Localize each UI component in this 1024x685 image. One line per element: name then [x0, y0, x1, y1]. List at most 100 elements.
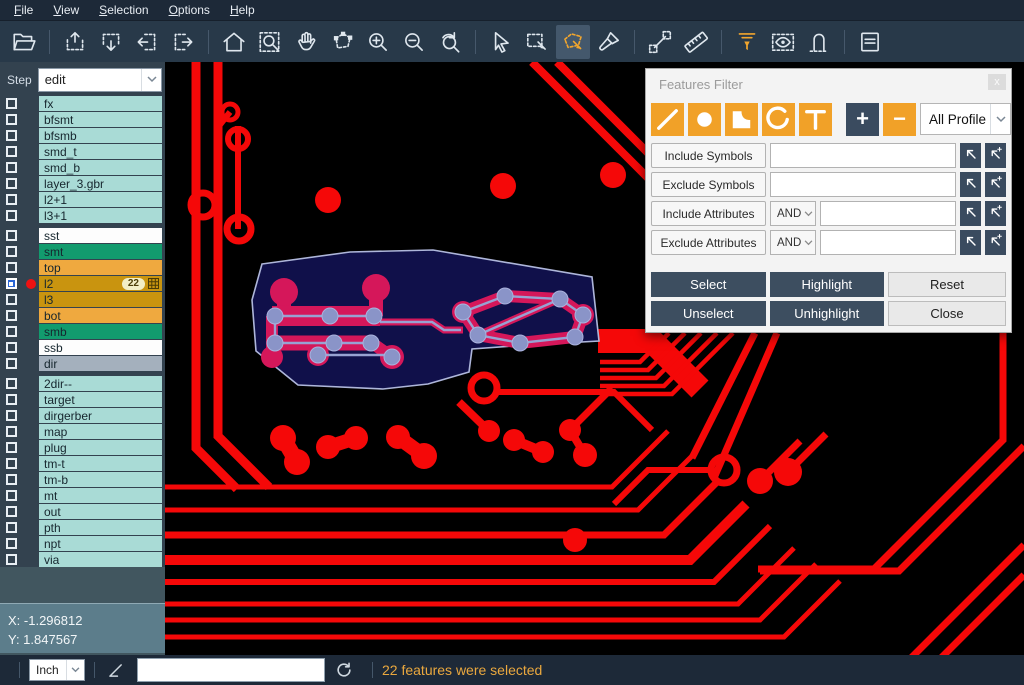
layer-visibility-checkbox[interactable] [0, 228, 22, 243]
layer-name[interactable]: bfsmb [39, 128, 162, 143]
zoom-area-tool-button[interactable] [253, 25, 287, 59]
layer-row-via[interactable]: via [0, 552, 165, 567]
layers-panel-tool-button[interactable] [853, 25, 887, 59]
layer-row-ssb[interactable]: ssb [0, 340, 165, 355]
menu-options[interactable]: Options [159, 1, 220, 19]
layer-name[interactable]: smd_t [39, 144, 162, 159]
layer-visibility-checkbox[interactable] [0, 340, 22, 355]
layer-name[interactable]: target [39, 392, 162, 407]
layer-name[interactable]: fx [39, 96, 162, 111]
features-filter-tool-button[interactable] [730, 25, 764, 59]
layer-row-dir[interactable]: dir [0, 356, 165, 371]
layer-name[interactable]: via [39, 552, 162, 567]
layer-name[interactable]: pth [39, 520, 162, 535]
layer-visibility-checkbox[interactable] [0, 356, 22, 371]
layer-row-smb[interactable]: smb [0, 324, 165, 339]
layer-row-top[interactable]: top [0, 260, 165, 275]
layer-visibility-checkbox[interactable] [0, 176, 22, 191]
layer-row-smd_b[interactable]: smd_b [0, 160, 165, 175]
select-polygon-tool-button[interactable] [556, 25, 590, 59]
exclude-attributes-pick-add-button[interactable] [985, 230, 1006, 255]
zoom-in-tool-button[interactable] [361, 25, 395, 59]
layer-row-plug[interactable]: plug [0, 440, 165, 455]
exclude-attributes-button[interactable]: Exclude Attributes [651, 230, 766, 255]
layer-row-target[interactable]: target [0, 392, 165, 407]
include-attributes-pick-add-button[interactable] [985, 201, 1006, 226]
open-file-tool-button[interactable] [7, 25, 41, 59]
layer-visibility-checkbox[interactable] [0, 260, 22, 275]
menu-help[interactable]: Help [220, 1, 265, 19]
send-down-tool-button[interactable] [94, 25, 128, 59]
dialog-close-button[interactable]: x [988, 74, 1006, 90]
layer-name[interactable]: smd_b [39, 160, 162, 175]
layer-row-bfsmb[interactable]: bfsmb [0, 128, 165, 143]
layer-name[interactable]: sst [39, 228, 162, 243]
highlight-brush-tool-button[interactable] [592, 25, 626, 59]
layer-row-sst[interactable]: sst [0, 228, 165, 243]
layer-row-layer_3.gbr[interactable]: layer_3.gbr [0, 176, 165, 191]
feature-type-text-button[interactable] [799, 103, 832, 136]
layer-visibility-checkbox[interactable] [0, 192, 22, 207]
units-select[interactable]: Inch [29, 659, 85, 681]
layer-row-l2[interactable]: l222 [0, 276, 165, 291]
add-filter-button[interactable]: + [846, 103, 879, 136]
layer-name[interactable]: dir [39, 356, 162, 371]
layer-row-l3+1[interactable]: l3+1 [0, 208, 165, 223]
reset-button[interactable]: Reset [888, 272, 1006, 297]
layer-row-smt[interactable]: smt [0, 244, 165, 259]
unselect-button[interactable]: Unselect [651, 301, 766, 326]
layer-visibility-checkbox[interactable] [0, 488, 22, 503]
select-pointer-tool-button[interactable] [484, 25, 518, 59]
send-right-tool-button[interactable] [166, 25, 200, 59]
layer-name[interactable]: smb [39, 324, 162, 339]
feature-type-pad-button[interactable] [688, 103, 721, 136]
layer-visibility-checkbox[interactable] [0, 112, 22, 127]
include-attributes-button[interactable]: Include Attributes [651, 201, 766, 226]
layer-visibility-checkbox[interactable] [0, 440, 22, 455]
feature-type-line-button[interactable] [651, 103, 684, 136]
layer-row-fx[interactable]: fx [0, 96, 165, 111]
layer-name[interactable]: bot [39, 308, 162, 323]
layer-visibility-checkbox[interactable] [0, 456, 22, 471]
layer-name[interactable]: plug [39, 440, 162, 455]
layer-name[interactable]: out [39, 504, 162, 519]
layer-visibility-checkbox[interactable] [0, 520, 22, 535]
layer-visibility-checkbox[interactable] [0, 504, 22, 519]
home-view-tool-button[interactable] [217, 25, 251, 59]
layer-row-l3[interactable]: l3 [0, 292, 165, 307]
zoom-previous-tool-button[interactable] [433, 25, 467, 59]
layer-name[interactable]: l222 [39, 276, 162, 291]
layer-visibility-checkbox[interactable] [0, 376, 22, 391]
feature-type-surface-button[interactable] [725, 103, 758, 136]
exclude-symbols-pick-button[interactable] [960, 172, 981, 197]
layer-name[interactable]: top [39, 260, 162, 275]
layer-row-tm-b[interactable]: tm-b [0, 472, 165, 487]
zoom-polygon-tool-button[interactable] [325, 25, 359, 59]
unhighlight-button[interactable]: Unhighlight [770, 301, 885, 326]
layer-name[interactable]: layer_3.gbr [39, 176, 162, 191]
layer-visibility-checkbox[interactable] [0, 128, 22, 143]
layer-name[interactable]: l3 [39, 292, 162, 307]
step-select[interactable]: edit [38, 68, 162, 92]
layer-name[interactable]: dirgerber [39, 408, 162, 423]
layer-row-mt[interactable]: mt [0, 488, 165, 503]
close-button[interactable]: Close [888, 301, 1006, 326]
exclude-symbols-pick-add-button[interactable] [985, 172, 1006, 197]
remove-filter-button[interactable]: − [883, 103, 916, 136]
snap-mode-tool-button[interactable] [802, 25, 836, 59]
exclude-attributes-input[interactable] [820, 230, 956, 255]
layer-row-bot[interactable]: bot [0, 308, 165, 323]
layer-visibility-checkbox[interactable] [0, 308, 22, 323]
layer-visibility-checkbox[interactable] [0, 424, 22, 439]
layer-row-out[interactable]: out [0, 504, 165, 519]
layer-name[interactable]: npt [39, 536, 162, 551]
include-symbols-pick-button[interactable] [960, 143, 981, 168]
send-left-tool-button[interactable] [130, 25, 164, 59]
layer-name[interactable]: smt [39, 244, 162, 259]
angle-measure-icon[interactable] [108, 663, 125, 678]
layer-row-npt[interactable]: npt [0, 536, 165, 551]
layer-name[interactable]: bfsmt [39, 112, 162, 127]
layer-visibility-checkbox[interactable] [0, 160, 22, 175]
select-rectangle-tool-button[interactable] [520, 25, 554, 59]
layer-name[interactable]: 2dir-- [39, 376, 162, 391]
